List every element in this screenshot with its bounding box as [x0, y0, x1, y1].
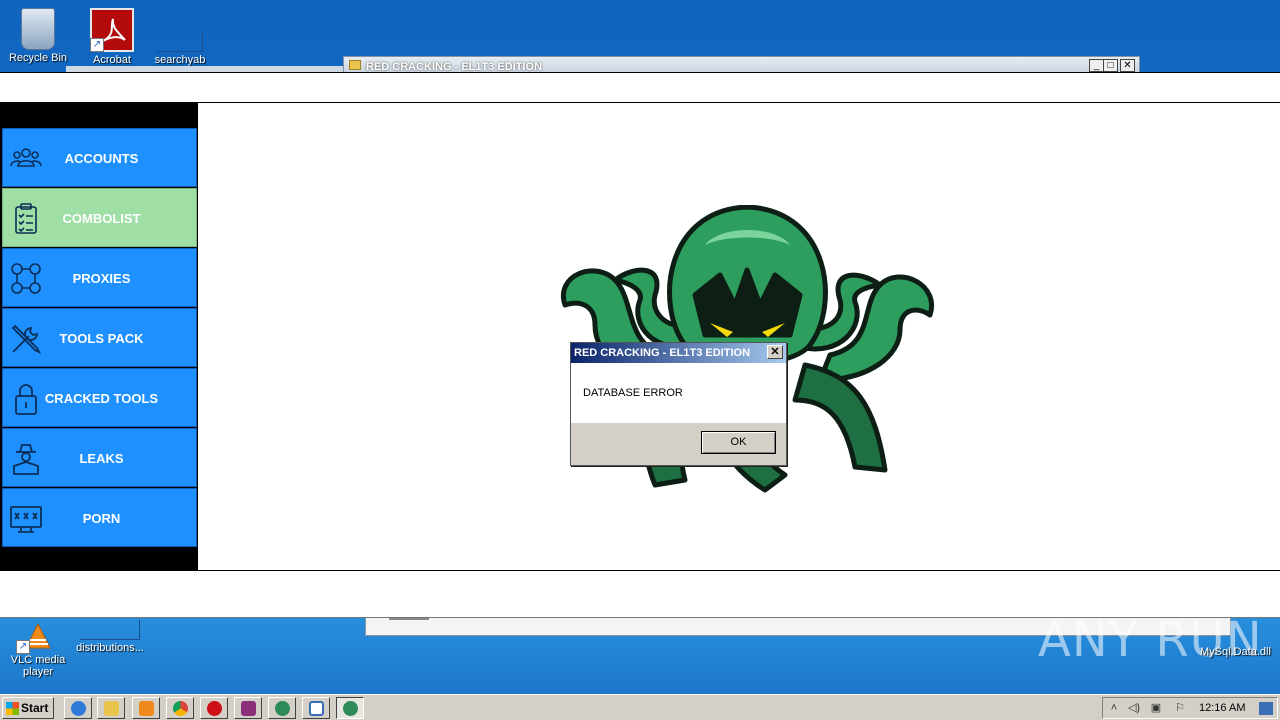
dialog-ok-button[interactable]: OK [701, 431, 776, 454]
menu-label: CRACKED TOOLS [44, 391, 159, 406]
desktop-icon-label: distributions... [76, 642, 144, 654]
desktop-icon-label: Recycle Bin [8, 52, 68, 64]
desktop-icon-recycle-bin[interactable]: Recycle Bin [0, 8, 76, 64]
acrobat-icon: ↗ [90, 8, 134, 52]
system-tray: ˄ ◁) ▣ ⚐ 12:16 AM [1102, 697, 1278, 719]
taskbar-octopus-app-button[interactable] [268, 697, 296, 719]
menu-leaks-button[interactable]: LEAKS [2, 428, 197, 487]
taskbar-octopus-app-active-button[interactable] [336, 697, 364, 719]
octopus-app-icon [275, 701, 290, 716]
desktop-icon-vlc[interactable]: ↗ VLC media player [0, 620, 76, 678]
menu-label: PORN [82, 511, 121, 526]
menu-label: ACCOUNTS [64, 151, 139, 166]
dialog-titlebar: RED CRACKING - EL1T3 EDITION ✕ [571, 343, 786, 363]
shortcut-icon [157, 30, 203, 52]
dialog-title: RED CRACKING - EL1T3 EDITION [574, 347, 751, 359]
taskbar-clock[interactable]: 12:16 AM [1199, 702, 1245, 714]
desktop-icon-label: VLC media player [10, 654, 66, 678]
menu-label: TOOLS PACK [59, 331, 144, 346]
file-icon [80, 620, 140, 640]
menu-label: LEAKS [79, 451, 124, 466]
taskbar-window-button[interactable] [302, 697, 330, 719]
taskbar-media-player-button[interactable] [132, 697, 160, 719]
start-label: Start [21, 701, 49, 715]
vlc-icon: ↗ [16, 622, 58, 654]
taskbar: Start ˄ ◁) ▣ ⚐ 12:16 AM [0, 694, 1280, 720]
desktop-icon-label: Acrobat [93, 54, 131, 66]
ie-icon [71, 701, 86, 716]
error-dialog: RED CRACKING - EL1T3 EDITION ✕ DATABASE … [570, 342, 787, 466]
shortcut-arrow-icon: ↗ [90, 38, 104, 52]
menu-label: PROXIES [72, 271, 131, 286]
menu-proxies-button[interactable]: PROXIES [2, 248, 197, 307]
dialog-message: DATABASE ERROR [571, 363, 786, 423]
window-icon [309, 701, 324, 716]
volume-icon[interactable]: ◁) [1127, 702, 1141, 715]
recycle-bin-icon [21, 8, 55, 50]
desktop-icon-searchyab[interactable]: searchyab [142, 8, 218, 66]
taskbar-chrome-button[interactable] [166, 697, 194, 719]
folder-icon [104, 701, 119, 716]
desktop-icon-label: searchyab [154, 54, 206, 66]
taskbar-ie-button[interactable] [64, 697, 92, 719]
network-icon[interactable]: ▣ [1149, 702, 1163, 715]
opera-icon [207, 701, 222, 716]
media-player-icon [139, 701, 154, 716]
menu-combolist-button[interactable]: COMBOLIST [2, 188, 197, 247]
minimize-button[interactable]: _ [1089, 59, 1104, 72]
app-header-bar [0, 72, 1280, 103]
desktop-icon-label: MySql.Data.dll [1200, 646, 1271, 658]
folder-icon [349, 60, 361, 70]
taskbar-opera-button[interactable] [200, 697, 228, 719]
octopus-app-active-icon [343, 701, 358, 716]
winrar-icon [241, 701, 256, 716]
windows-logo-icon [6, 702, 19, 715]
chrome-icon [173, 701, 188, 716]
sidebar: ACCOUNTS COMBOLIST PROXIES TOOLS PACK CR… [0, 103, 198, 571]
taskbar-explorer-button[interactable] [97, 697, 125, 719]
desktop-icon-acrobat[interactable]: ↗ Acrobat [74, 8, 150, 66]
start-button[interactable]: Start [2, 697, 54, 719]
show-desktop-icon[interactable] [1259, 702, 1273, 715]
close-button[interactable]: ✕ [1120, 59, 1135, 72]
anyrun-watermark: ANY RUN [1038, 612, 1263, 668]
tray-expand-icon[interactable]: ˄ [1107, 702, 1121, 715]
dialog-close-button[interactable]: ✕ [767, 345, 783, 359]
menu-label: COMBOLIST [62, 211, 141, 226]
app-footer-bar [0, 570, 1280, 618]
menu-porn-button[interactable]: PORN [2, 488, 197, 547]
taskbar-winrar-button[interactable] [234, 697, 262, 719]
desktop-icon-distributions[interactable]: distributions... [72, 620, 148, 654]
shortcut-arrow-icon: ↗ [16, 640, 30, 654]
menu-tools-pack-button[interactable]: TOOLS PACK [2, 308, 197, 367]
maximize-button[interactable]: □ [1103, 59, 1118, 72]
action-center-flag-icon[interactable]: ⚐ [1173, 702, 1187, 715]
menu-accounts-button[interactable]: ACCOUNTS [2, 128, 197, 187]
desktop-icon-mysql-dll[interactable]: MySql.Data.dll [1200, 646, 1271, 658]
menu-cracked-tools-button[interactable]: CRACKED TOOLS [2, 368, 197, 427]
